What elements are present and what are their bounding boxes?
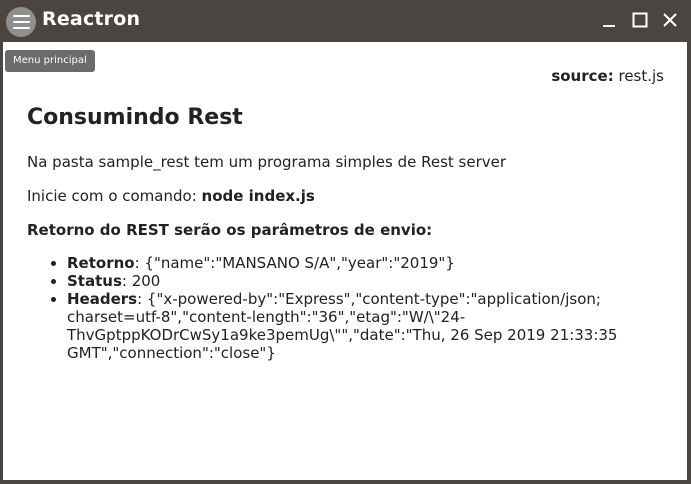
command-value: node index.js [201, 187, 315, 205]
close-icon[interactable] [659, 9, 681, 31]
command-text: Inicie com o comando: node index.js [27, 187, 315, 205]
list-item-headers: Headers: {"x-powered-by":"Express","cont… [67, 290, 627, 362]
source-label: source: rest.js [551, 67, 664, 85]
hamburger-menu-button[interactable] [6, 7, 36, 37]
maximize-icon[interactable] [629, 9, 651, 31]
hamburger-menu-icon-bar [12, 21, 30, 23]
command-prefix: Inicie com o comando: [27, 187, 202, 205]
list-item-value: : 200 [121, 272, 161, 290]
list-item-value: : {"name":"MANSANO S/A","year":"2019"} [134, 254, 455, 272]
list-item-status: Status: 200 [67, 272, 627, 290]
source-value: rest.js [618, 67, 664, 85]
title-bar: Reactron [0, 0, 691, 42]
hamburger-menu-icon-bar [12, 27, 30, 29]
page-title: Consumindo Rest [27, 105, 243, 130]
hamburger-menu-icon [12, 15, 30, 17]
list-item-retorno: Retorno: {"name":"MANSANO S/A","year":"2… [67, 254, 627, 272]
list-item-label: Status [67, 272, 122, 290]
minimize-icon[interactable] [598, 9, 620, 31]
response-list: Retorno: {"name":"MANSANO S/A","year":"2… [27, 254, 627, 362]
list-item-value: : {"x-powered-by":"Express","content-typ… [67, 290, 618, 362]
menu-tooltip: Menu principal [5, 50, 95, 72]
intro-text: Na pasta sample_rest tem um programa sim… [27, 153, 507, 171]
source-key: source: [551, 67, 614, 85]
main-content: source: rest.js Consumindo Rest Na pasta… [3, 42, 687, 480]
list-item-label: Retorno [67, 254, 135, 272]
list-item-label: Headers [67, 290, 138, 308]
app-title: Reactron [42, 8, 141, 30]
return-heading: Retorno do REST serão os parâmetros de e… [27, 221, 433, 239]
